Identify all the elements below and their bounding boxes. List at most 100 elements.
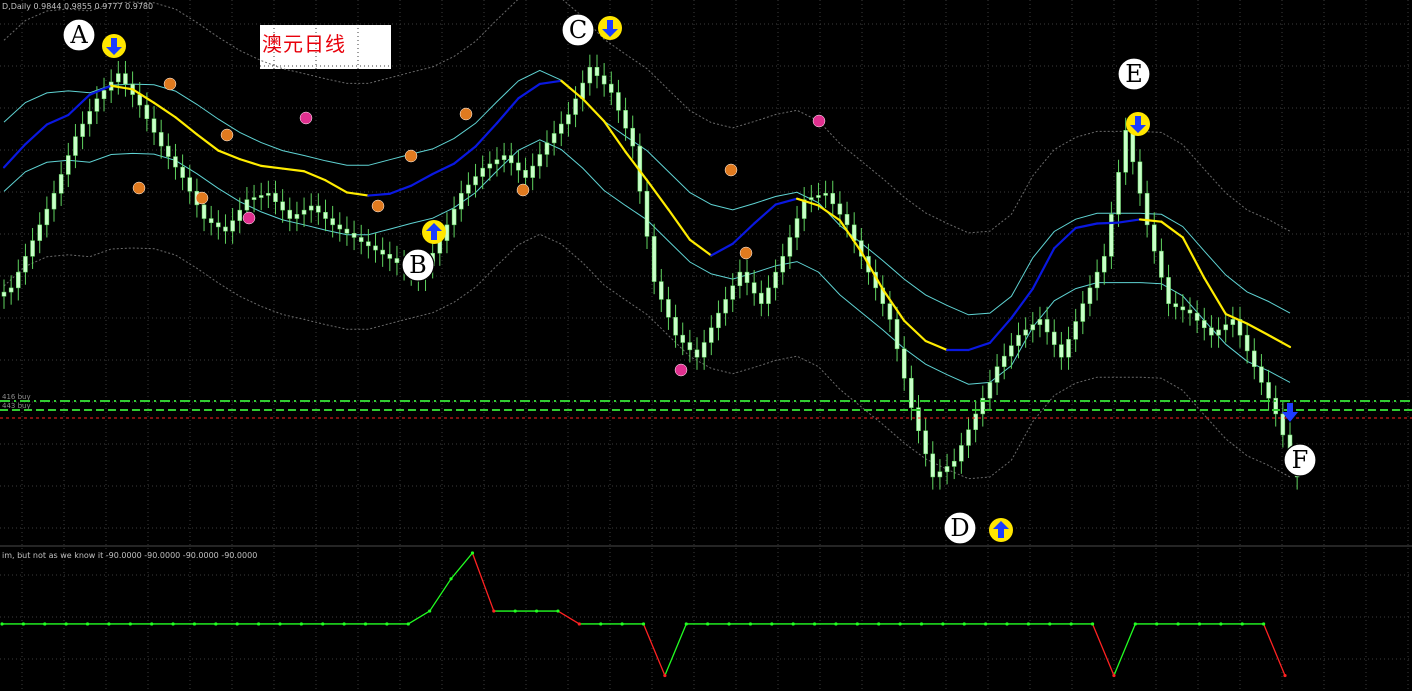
candle-body [144,104,150,119]
candle-body [1209,327,1214,336]
candle-body [16,271,21,289]
candles[interactable] [0,54,1300,490]
oscillator-point [342,622,346,626]
candle [780,243,785,285]
oscillator-point [43,622,47,626]
candle-body [509,155,514,164]
oscillator-point [1112,673,1116,678]
label-e: E [1117,57,1151,91]
oscillator-point [727,622,731,626]
candle-body [237,209,243,221]
trend-segment [581,97,606,123]
candle-body [630,127,635,147]
candle [1209,315,1214,348]
candle-body [680,334,685,343]
candle [458,180,464,222]
candle [580,70,585,112]
candle [87,98,92,137]
trend-segment [881,288,906,322]
candle-body [737,271,743,287]
candle-body [1016,334,1021,346]
candle-body [387,254,393,259]
candle [1059,332,1064,370]
trend-segment [1224,312,1249,325]
oscillator-point [150,622,154,626]
level-label-2: 443 buy [2,402,31,410]
candle-body [1180,306,1186,311]
oscillator-point [1048,622,1052,626]
trend-segment [817,204,842,222]
candle-body [8,287,14,293]
candle-body [301,209,307,215]
trend-segment [624,150,649,182]
candle [1016,322,1021,359]
candle-body [1159,250,1164,278]
candle [1230,306,1236,338]
oscillator-point [470,551,475,555]
oscillator-point [620,622,624,626]
candle [1166,264,1171,317]
candle-body [937,471,943,478]
candle-body [1223,324,1228,331]
candle [1173,291,1178,320]
candle-body [916,407,921,431]
candle-body [123,73,128,85]
candle [80,111,85,150]
level-label-1: 416 buy [2,393,31,401]
label-a: A [62,18,96,52]
trend-segment [88,84,113,96]
candle [351,220,357,251]
candle-body [1266,382,1271,399]
candle [387,241,393,272]
label-c: C [561,13,595,47]
trend-segment [1203,276,1227,316]
candle-body [216,222,221,228]
signal-arrow [989,518,1013,542]
candle-body [223,226,228,232]
candle [973,401,978,443]
oscillator-point [919,622,924,626]
oscillator-point [770,622,774,626]
candle [1280,401,1286,448]
candle-body [601,75,607,85]
signal-arrow [1126,112,1150,136]
candle-body [816,195,821,198]
candle-body [1030,324,1036,331]
candle-body [809,197,814,200]
candle [330,205,335,238]
candle [223,214,228,244]
candle-body [187,177,193,192]
trend-segment [195,133,220,152]
candle [1109,201,1114,269]
oscillator-point [0,622,4,626]
candle [851,212,857,254]
trend-segment [367,192,391,197]
candle [51,180,57,222]
candle-body [473,176,478,186]
trend-segment [774,197,799,206]
candle-body [166,145,171,157]
candle-body [909,377,914,408]
candle-body [330,218,335,226]
candle [1266,369,1271,411]
candle [909,365,914,421]
candle-body [494,159,500,165]
fractal-marker [812,114,826,128]
price-chart[interactable]: A B C D E F D,Daily 0.9844 0.9855 0.9777 0.97… [0,0,1412,691]
candle-body [730,285,735,300]
oscillator-point [556,609,560,613]
candle [944,453,950,485]
oscillator-segment [664,623,687,676]
candle [316,193,321,225]
candle-body [530,165,535,178]
candle-body [566,114,571,125]
trend-segment [1181,236,1206,280]
candle-body [344,228,350,234]
candle-body [1109,214,1114,257]
trend-segment [431,162,456,176]
trend-segment [302,170,327,182]
candle-body [1152,224,1157,252]
oscillator-point [599,622,603,626]
fractal-marker [674,363,688,377]
candle-body [1,291,7,297]
